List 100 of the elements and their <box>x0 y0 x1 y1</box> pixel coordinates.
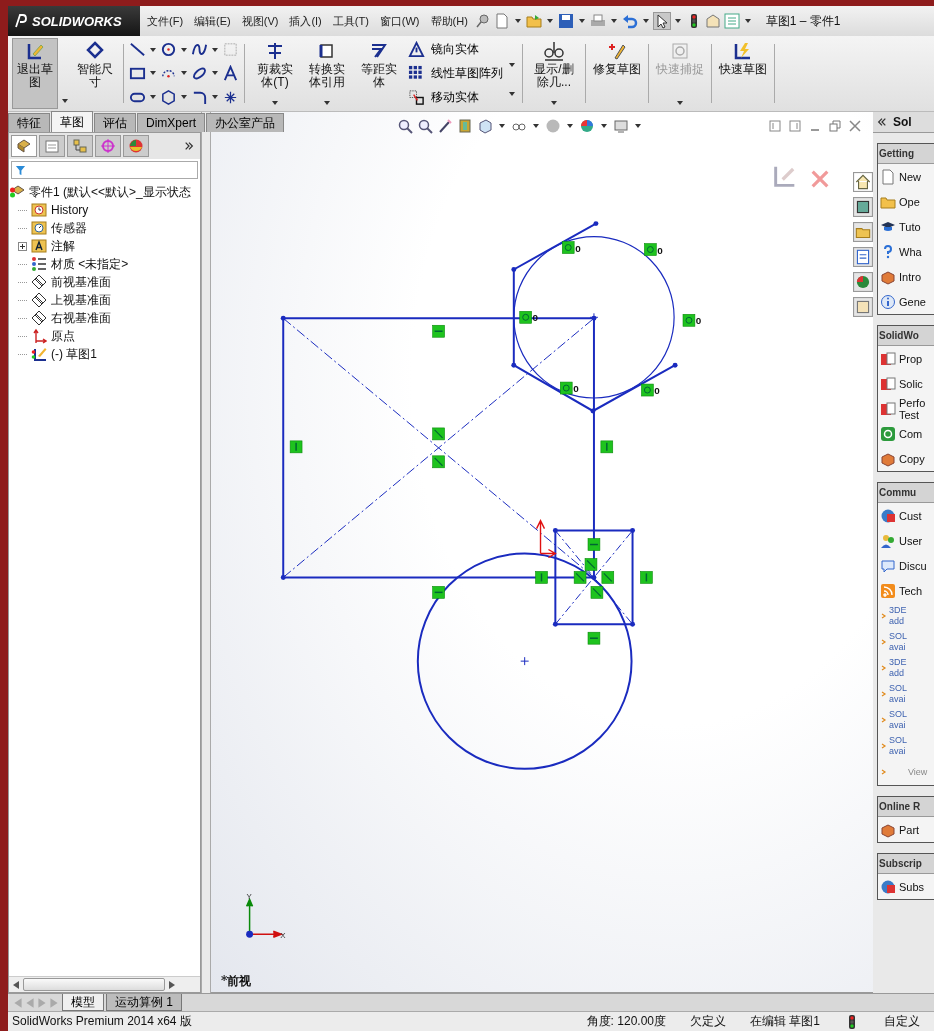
caret-icon[interactable] <box>272 101 278 105</box>
news-link[interactable]: SOL avai <box>889 631 911 653</box>
ribbon-list-button[interactable]: 移动实体 <box>406 87 481 107</box>
ribbon-button[interactable]: 剪裁实体(T) <box>250 38 300 92</box>
filter-field[interactable] <box>11 161 198 179</box>
caret-icon[interactable] <box>150 47 156 52</box>
task-pane-link[interactable]: Gene <box>899 295 926 308</box>
section-header[interactable]: Subscrip <box>878 854 934 874</box>
task-pane-link[interactable]: Solic <box>899 377 923 390</box>
ellipse-tool-icon[interactable] <box>191 65 208 82</box>
task-pane-link[interactable]: Copy <box>899 452 925 465</box>
task-pane-link[interactable]: Prop <box>899 352 923 365</box>
tree-item[interactable]: 原点 <box>51 327 75 345</box>
ribbon-button[interactable]: 显示/删除几... <box>528 38 580 92</box>
pin-icon[interactable] <box>474 13 491 29</box>
news-link[interactable]: SOL avai <box>889 709 911 731</box>
undo-icon[interactable] <box>621 13 638 29</box>
smart-dimension-button[interactable]: 智能尺寸 <box>72 38 118 109</box>
folder-icon[interactable] <box>853 222 873 242</box>
text-tool-icon[interactable] <box>222 65 239 82</box>
ribbon-button[interactable]: 快速草图 <box>717 38 769 79</box>
ribbon-button[interactable]: 修复草图 <box>591 38 643 79</box>
caret-icon[interactable] <box>744 19 751 23</box>
menu-item[interactable]: 窗口(W) <box>375 13 424 29</box>
line-tool-icon[interactable] <box>129 41 146 59</box>
caret-icon[interactable] <box>62 99 68 103</box>
section-header[interactable]: SolidWo <box>878 326 934 346</box>
magnifier-icon[interactable] <box>397 118 413 134</box>
caret-icon[interactable] <box>181 95 187 100</box>
tab[interactable]: 评估 <box>94 113 136 132</box>
caret-icon[interactable] <box>181 71 187 76</box>
menu-item[interactable]: 插入(I) <box>285 13 326 29</box>
news-link[interactable]: 3DE add <box>889 605 911 627</box>
task-pane-link[interactable]: User <box>899 534 923 547</box>
units-dropdown[interactable]: 自定义 <box>884 1013 930 1030</box>
panel-tab[interactable] <box>67 135 93 157</box>
horizontal-scrollbar[interactable] <box>9 976 200 992</box>
expand-toggle-icon[interactable] <box>18 241 27 251</box>
ribbon-list-button[interactable]: 线性草图阵列 <box>406 64 505 83</box>
circle-tool-icon[interactable] <box>160 41 177 59</box>
menu-item[interactable]: 编辑(E) <box>190 13 235 29</box>
task-pane-link[interactable]: Subs <box>899 880 925 893</box>
polygon-tool-icon[interactable] <box>160 88 177 106</box>
caret-icon[interactable] <box>635 124 641 128</box>
section-header[interactable]: Commu <box>878 483 934 503</box>
news-link[interactable]: SOL avai <box>889 735 911 757</box>
panel-tab[interactable] <box>11 135 37 157</box>
pointer-icon[interactable] <box>653 13 670 29</box>
exit-sketch-button[interactable]: 退出草图 <box>12 38 58 109</box>
scroll-thumb[interactable] <box>23 978 165 991</box>
wand-icon[interactable] <box>437 118 453 134</box>
tree-item[interactable]: 前视基准面 <box>51 273 111 291</box>
task-pane-link[interactable]: Ope <box>899 195 920 208</box>
caret-icon[interactable] <box>499 124 505 128</box>
menu-item[interactable]: 工具(T) <box>328 13 373 29</box>
tile-left-icon[interactable] <box>769 120 781 132</box>
task-pane-link[interactable]: Tech <box>899 584 923 597</box>
news-link[interactable]: 3DE add <box>889 657 911 679</box>
tree-item[interactable]: 材质 <未指定> <box>51 255 129 273</box>
task-pane-link[interactable]: Tuto <box>899 220 921 233</box>
globe-icon[interactable] <box>579 118 595 134</box>
scroll-left-icon[interactable] <box>13 980 19 989</box>
caret-icon[interactable] <box>601 124 607 128</box>
menu-item[interactable]: 文件(F) <box>143 13 188 29</box>
news-link[interactable]: SOL avai <box>889 683 911 705</box>
tab[interactable]: 特征 <box>8 113 50 132</box>
caret-icon[interactable] <box>533 124 539 128</box>
caret-icon[interactable] <box>150 71 156 76</box>
caret-icon[interactable] <box>578 19 585 23</box>
tab[interactable]: 办公室产品 <box>206 113 284 132</box>
task-pane-link[interactable]: Wha <box>899 245 922 258</box>
caret-icon[interactable] <box>610 19 617 23</box>
tree-item[interactable]: (-) 草图1 <box>51 345 97 363</box>
ribbon-button[interactable]: 等距实体 <box>354 38 404 92</box>
ribbon-button[interactable]: 转换实体引用 <box>302 38 352 92</box>
task-pane-link[interactable]: Intro <box>899 270 921 283</box>
task-pane-link[interactable]: Discu <box>899 559 927 572</box>
caret-icon[interactable] <box>567 124 573 128</box>
save-icon[interactable] <box>557 13 574 29</box>
caret-icon[interactable] <box>324 101 330 105</box>
task-pane-link[interactable]: Cust <box>899 509 922 522</box>
caret-icon[interactable] <box>546 19 553 23</box>
caret-icon[interactable] <box>642 19 649 23</box>
expand-chevron-icon[interactable] <box>184 141 194 151</box>
panel-tab[interactable] <box>39 135 65 157</box>
tile-right-icon[interactable] <box>789 120 801 132</box>
task-pane-link[interactable]: Part <box>899 823 920 836</box>
caret-icon[interactable] <box>551 101 557 105</box>
box-icon[interactable] <box>457 118 473 134</box>
collapse-chevron-icon[interactable] <box>877 117 887 127</box>
close-icon[interactable] <box>849 120 861 132</box>
cube-icon[interactable] <box>477 118 493 134</box>
list-icon[interactable] <box>853 247 873 267</box>
tree-item[interactable]: 零件1 (默认<<默认>_显示状态 <box>29 183 191 201</box>
tree-item[interactable]: 传感器 <box>51 219 87 237</box>
caret-icon[interactable] <box>509 92 515 97</box>
task-pane-link[interactable]: New <box>899 170 921 183</box>
caret-icon[interactable] <box>514 19 521 23</box>
menu-item[interactable]: 视图(V) <box>237 13 283 29</box>
task-pane-link[interactable]: Perfo Test <box>899 396 933 421</box>
